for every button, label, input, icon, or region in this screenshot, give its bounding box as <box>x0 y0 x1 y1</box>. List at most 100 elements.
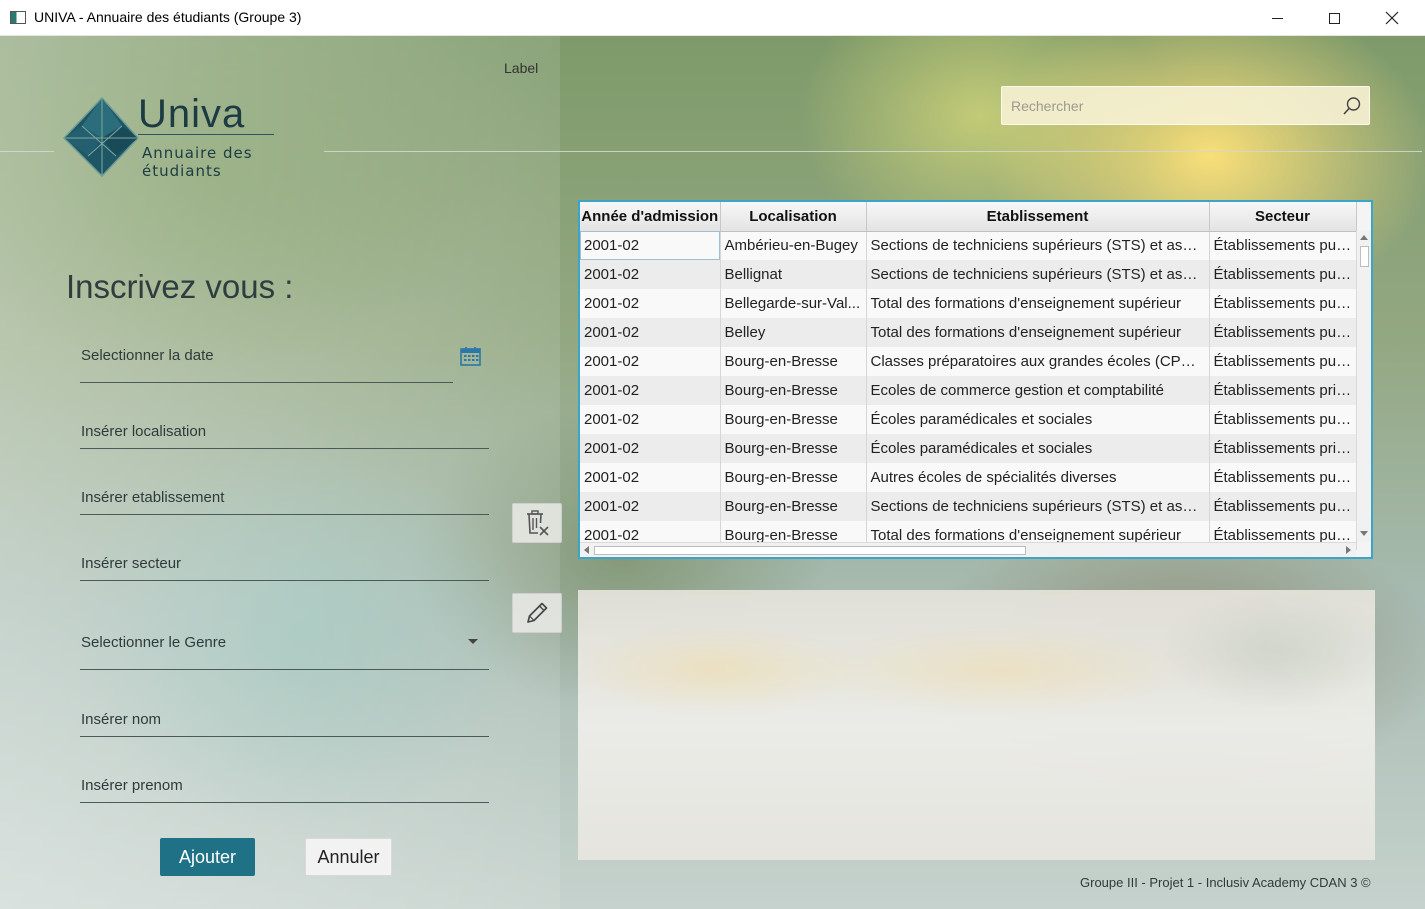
calendar-icon[interactable] <box>460 346 481 366</box>
table-cell: Classes préparatoires aux grandes écoles… <box>866 347 1210 376</box>
date-placeholder: Selectionner la date <box>81 347 214 364</box>
edit-button[interactable] <box>512 593 562 633</box>
maximize-button[interactable] <box>1305 0 1363 36</box>
date-picker-field[interactable]: Selectionner la date <box>80 331 453 383</box>
table-cell: Belley <box>720 318 867 347</box>
table-cell: 2001-02 <box>580 405 721 434</box>
table-cell: Bourg-en-Bresse <box>720 405 867 434</box>
table-cell: Bourg-en-Bresse <box>720 376 867 405</box>
scroll-up-icon[interactable] <box>1360 235 1368 240</box>
table-cell: Bellignat <box>720 260 867 289</box>
window-titlebar: UNIVA - Annuaire des étudiants (Groupe 3… <box>0 0 1425 36</box>
nom-field[interactable]: Insérer nom <box>80 685 489 737</box>
table-cell: 2001-02 <box>580 231 721 260</box>
table-row[interactable]: 2001-02 Ambérieu-en-Bugey Sections de tech… <box>580 231 1357 260</box>
table-cell: Établissements pub... <box>1209 289 1357 318</box>
table-cell: Établissements pub... <box>1209 347 1357 376</box>
table-cell: 2001-02 <box>580 318 721 347</box>
top-label: Label <box>504 60 539 76</box>
table-row[interactable]: 2001-02 Bellegarde-sur-Val... Total des fo… <box>580 289 1357 318</box>
table-cell: Bourg-en-Bresse <box>720 434 867 463</box>
pencil-icon <box>527 602 548 623</box>
close-button[interactable] <box>1363 0 1421 36</box>
scroll-right-icon[interactable] <box>1346 546 1351 554</box>
brand-name: Univa <box>138 92 246 136</box>
etablissement-placeholder: Insérer etablissement <box>81 489 225 506</box>
table-row[interactable]: 2001-02 Bourg-en-Bresse Ecoles de commerce… <box>580 376 1357 405</box>
close-icon <box>1385 11 1399 25</box>
scroll-down-icon[interactable] <box>1360 531 1368 536</box>
etablissement-field[interactable]: Insérer etablissement <box>80 463 489 515</box>
search-icon[interactable] <box>1342 96 1362 116</box>
table-cell: Bourg-en-Bresse <box>720 347 867 376</box>
table-cell: Établissements pub... <box>1209 318 1357 347</box>
search-input[interactable] <box>1002 87 1332 124</box>
diamond-logo-icon <box>62 96 140 178</box>
genre-select[interactable]: Selectionner le Genre <box>80 618 489 670</box>
table-cell: Autres écoles de spécialités diverses <box>866 463 1210 492</box>
table-cell: 2001-02 <box>580 260 721 289</box>
table-cell: Établissements privés <box>1209 376 1357 405</box>
vertical-scrollbar[interactable] <box>1356 231 1371 542</box>
nom-placeholder: Insérer nom <box>81 711 162 728</box>
trash-x-icon <box>527 510 549 536</box>
minimize-icon <box>1271 17 1283 19</box>
minimize-button[interactable] <box>1248 0 1306 36</box>
scroll-thumb[interactable] <box>594 546 1026 555</box>
column-header[interactable]: Secteur <box>1209 202 1357 232</box>
secteur-placeholder: Insérer secteur <box>81 555 182 572</box>
logo: Univa Annuaire des étudiants <box>62 92 322 180</box>
localisation-field[interactable]: Insérer localisation <box>80 397 489 449</box>
table-row[interactable]: 2001-02 Bourg-en-Bresse Autres écoles de s… <box>580 463 1357 492</box>
table-row[interactable]: 2001-02 Belley Total des formations d'ense… <box>580 318 1357 347</box>
table-cell: Sections de techniciens supérieurs (STS)… <box>866 260 1210 289</box>
table-cell: 2001-02 <box>580 463 721 492</box>
table-cell: Total des formations d'enseignement supé… <box>866 318 1210 347</box>
prenom-field[interactable]: Insérer prenom <box>80 751 489 803</box>
table-cell: Bellegarde-sur-Val... <box>720 289 867 318</box>
divider-left <box>0 151 54 152</box>
column-header[interactable]: Année d'admission <box>580 202 721 232</box>
prenom-placeholder: Insérer prenom <box>81 777 183 794</box>
horizontal-scrollbar[interactable] <box>580 542 1356 557</box>
table-cell: 2001-02 <box>580 289 721 318</box>
brand-subtitle: Annuaire des étudiants <box>142 144 253 180</box>
table-row[interactable]: 2001-02 Bourg-en-Bresse Écoles paramédical… <box>580 405 1357 434</box>
scroll-left-icon[interactable] <box>584 546 589 554</box>
search-box <box>1001 86 1370 125</box>
app-icon <box>10 11 26 24</box>
table-cell: 2001-02 <box>580 376 721 405</box>
table-cell: Établissements pub... <box>1209 492 1357 521</box>
table-header-row: Année d'admission Localisation Etablisseme… <box>580 202 1357 232</box>
table-cell: Bourg-en-Bresse <box>720 463 867 492</box>
table-cell: Établissements pub... <box>1209 231 1357 260</box>
table-row[interactable]: 2001-02 Bellignat Sections de techniciens … <box>580 260 1357 289</box>
table-cell: Bourg-en-Bresse <box>720 492 867 521</box>
table-cell: Ambérieu-en-Bugey <box>720 231 867 260</box>
add-button[interactable]: Ajouter <box>160 838 255 876</box>
table-cell: Établissements pub... <box>1209 463 1357 492</box>
footer-text: Groupe III - Projet 1 - Inclusiv Academy… <box>1080 875 1371 890</box>
table-row[interactable]: 2001-02 Bourg-en-Bresse Sections de techni… <box>580 492 1357 521</box>
divider-right <box>324 151 1422 152</box>
cancel-button[interactable]: Annuler <box>305 838 392 876</box>
column-header[interactable]: Localisation <box>720 202 867 232</box>
scroll-thumb[interactable] <box>1360 246 1369 267</box>
table-row[interactable]: 2001-02 Bourg-en-Bresse Écoles paramédical… <box>580 434 1357 463</box>
table-cell: 2001-02 <box>580 347 721 376</box>
table-cell: Total des formations d'enseignement supé… <box>866 289 1210 318</box>
window-title: UNIVA - Annuaire des étudiants (Groupe 3… <box>34 9 302 25</box>
secteur-field[interactable]: Insérer secteur <box>80 529 489 581</box>
blurred-image-panel <box>578 590 1375 860</box>
delete-button[interactable] <box>512 503 562 543</box>
table-cell: 2001-02 <box>580 434 721 463</box>
students-table[interactable]: Année d'admission Localisation Etablisseme… <box>578 200 1373 559</box>
table-row[interactable]: 2001-02 Bourg-en-Bresse Classes préparatoi… <box>580 347 1357 376</box>
table-cell: Écoles paramédicales et sociales <box>866 434 1210 463</box>
table-cell: Sections de techniciens supérieurs (STS)… <box>866 492 1210 521</box>
form-title: Inscrivez vous : <box>66 268 294 305</box>
genre-placeholder: Selectionner le Genre <box>81 634 227 651</box>
chevron-down-icon[interactable] <box>468 639 478 644</box>
table-cell: 2001-02 <box>580 492 721 521</box>
column-header[interactable]: Etablissement <box>866 202 1210 232</box>
